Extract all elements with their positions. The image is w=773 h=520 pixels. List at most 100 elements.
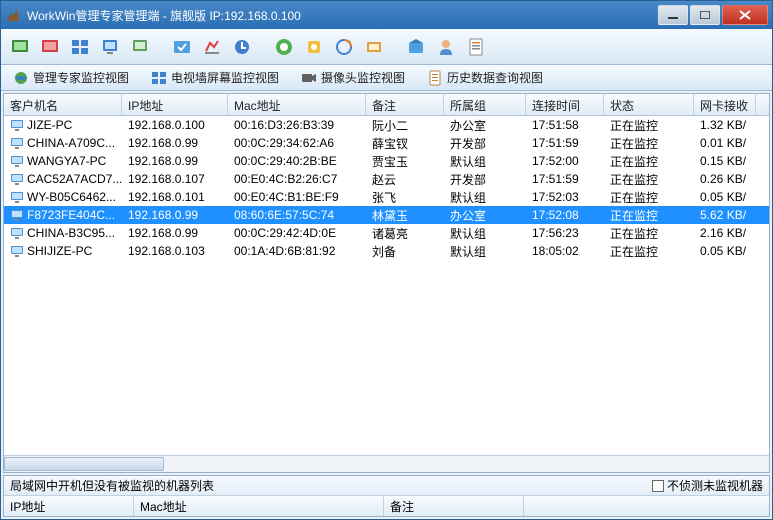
minimize-button[interactable] <box>658 5 688 25</box>
tab-label: 历史数据查询视图 <box>447 69 543 86</box>
close-button[interactable] <box>722 5 768 25</box>
maximize-button[interactable] <box>690 5 720 25</box>
cell-mac: 00:1A:4D:6B:81:92 <box>228 243 366 259</box>
client-grid-panel: 客户机名 IP地址 Mac地址 备注 所属组 连接时间 状态 网卡接收 JIZE… <box>3 93 770 473</box>
cell-stat: 正在监控 <box>604 170 694 189</box>
toolbar-btn-4[interactable] <box>97 34 123 60</box>
cell-note: 张飞 <box>366 188 444 207</box>
unmonitored-columns: IP地址 Mac地址 备注 <box>4 496 769 516</box>
cell-stat: 正在监控 <box>604 152 694 171</box>
cell-note: 阮小二 <box>366 116 444 135</box>
cell-mac: 00:0C:29:34:62:A6 <box>228 135 366 151</box>
cell-ip: 192.168.0.107 <box>122 171 228 187</box>
col-stat[interactable]: 状态 <box>604 94 694 115</box>
cell-ip: 192.168.0.99 <box>122 153 228 169</box>
cell-note: 诸葛亮 <box>366 224 444 243</box>
cell-name: CHINA-A709C... <box>4 135 122 151</box>
bcol-mac[interactable]: Mac地址 <box>134 496 384 516</box>
toolbar-btn-10[interactable] <box>301 34 327 60</box>
cell-stat: 正在监控 <box>604 206 694 225</box>
grid-body[interactable]: JIZE-PC192.168.0.10000:16:D3:26:B3:39阮小二… <box>4 116 769 455</box>
col-group[interactable]: 所属组 <box>444 94 526 115</box>
cell-mac: 00:E0:4C:B1:BE:F9 <box>228 189 366 205</box>
cell-conn: 17:56:23 <box>526 225 604 241</box>
table-row[interactable]: CAC52A7ACD7...192.168.0.10700:E0:4C:B2:2… <box>4 170 769 188</box>
cell-mac: 00:E0:4C:B2:26:C7 <box>228 171 366 187</box>
tab-history-view[interactable]: 历史数据查询视图 <box>421 67 549 88</box>
tab-tvwall-view[interactable]: 电视墙屏幕监控视图 <box>145 67 285 88</box>
cell-name: F8723FE404C... <box>4 207 122 223</box>
cell-group: 默认组 <box>444 188 526 207</box>
toolbar-btn-12[interactable] <box>361 34 387 60</box>
toolbar-btn-15[interactable] <box>463 34 489 60</box>
col-conn[interactable]: 连接时间 <box>526 94 604 115</box>
tab-camera-view[interactable]: 摄像头监控视图 <box>295 67 411 88</box>
grid-header: 客户机名 IP地址 Mac地址 备注 所属组 连接时间 状态 网卡接收 <box>4 94 769 116</box>
toolbar-btn-14[interactable] <box>433 34 459 60</box>
unmonitored-panel: 局域网中开机但没有被监视的机器列表 不侦测未监视机器 IP地址 Mac地址 备注 <box>3 475 770 517</box>
bcol-ip[interactable]: IP地址 <box>4 496 134 516</box>
globe-icon <box>13 70 29 86</box>
app-window: WorkWin管理专家管理端 - 旗舰版 IP:192.168.0.100 管理… <box>0 0 773 520</box>
toolbar-btn-3[interactable] <box>67 34 93 60</box>
titlebar[interactable]: WorkWin管理专家管理端 - 旗舰版 IP:192.168.0.100 <box>1 1 772 29</box>
cell-stat: 正在监控 <box>604 116 694 135</box>
tab-label: 电视墙屏幕监控视图 <box>171 69 279 86</box>
table-row[interactable]: SHIJIZE-PC192.168.0.10300:1A:4D:6B:81:92… <box>4 242 769 260</box>
cell-stat: 正在监控 <box>604 242 694 261</box>
cell-net: 0.05 KB/ <box>694 243 756 259</box>
cell-note: 薛宝钗 <box>366 134 444 153</box>
table-row[interactable]: JIZE-PC192.168.0.10000:16:D3:26:B3:39阮小二… <box>4 116 769 134</box>
cell-ip: 192.168.0.100 <box>122 117 228 133</box>
cell-ip: 192.168.0.99 <box>122 225 228 241</box>
toolbar-btn-7[interactable] <box>199 34 225 60</box>
toolbar-btn-1[interactable] <box>7 34 33 60</box>
cell-name: JIZE-PC <box>4 117 122 133</box>
table-row[interactable]: WY-B05C6462...192.168.0.10100:E0:4C:B1:B… <box>4 188 769 206</box>
scroll-thumb[interactable] <box>4 457 164 471</box>
cell-stat: 正在监控 <box>604 224 694 243</box>
table-row[interactable]: CHINA-A709C...192.168.0.9900:0C:29:34:62… <box>4 134 769 152</box>
checkbox-label: 不侦测未监视机器 <box>667 477 763 494</box>
cell-group: 默认组 <box>444 224 526 243</box>
cell-group: 办公室 <box>444 206 526 225</box>
unmonitored-title: 局域网中开机但没有被监视的机器列表 <box>10 477 652 494</box>
cell-ip: 192.168.0.99 <box>122 135 228 151</box>
table-row[interactable]: F8723FE404C...192.168.0.9908:60:6E:57:5C… <box>4 206 769 224</box>
cell-conn: 17:51:59 <box>526 171 604 187</box>
cell-conn: 17:52:08 <box>526 207 604 223</box>
skip-detect-checkbox[interactable]: 不侦测未监视机器 <box>652 477 763 494</box>
col-ip[interactable]: IP地址 <box>122 94 228 115</box>
bcol-note[interactable]: 备注 <box>384 496 524 516</box>
cell-mac: 08:60:6E:57:5C:74 <box>228 207 366 223</box>
cell-conn: 17:51:58 <box>526 117 604 133</box>
cell-net: 2.16 KB/ <box>694 225 756 241</box>
history-icon <box>427 70 443 86</box>
col-mac[interactable]: Mac地址 <box>228 94 366 115</box>
view-tabs: 管理专家监控视图 电视墙屏幕监控视图 摄像头监控视图 历史数据查询视图 <box>1 65 772 91</box>
cell-ip: 192.168.0.99 <box>122 207 228 223</box>
cell-conn: 17:51:59 <box>526 135 604 151</box>
cell-conn: 18:05:02 <box>526 243 604 259</box>
toolbar-btn-2[interactable] <box>37 34 63 60</box>
col-name[interactable]: 客户机名 <box>4 94 122 115</box>
cell-net: 5.62 KB/ <box>694 207 756 223</box>
table-row[interactable]: WANGYA7-PC192.168.0.9900:0C:29:40:2B:BE贾… <box>4 152 769 170</box>
table-row[interactable]: CHINA-B3C95...192.168.0.9900:0C:29:42:4D… <box>4 224 769 242</box>
horizontal-scrollbar[interactable] <box>4 455 769 472</box>
col-net[interactable]: 网卡接收 <box>694 94 756 115</box>
checkbox-icon <box>652 480 664 492</box>
camera-icon <box>301 70 317 86</box>
toolbar-btn-6[interactable] <box>169 34 195 60</box>
toolbar-btn-5[interactable] <box>127 34 153 60</box>
toolbar-btn-13[interactable] <box>403 34 429 60</box>
cell-group: 开发部 <box>444 134 526 153</box>
cell-ip: 192.168.0.103 <box>122 243 228 259</box>
toolbar-btn-8[interactable] <box>229 34 255 60</box>
tab-monitor-view[interactable]: 管理专家监控视图 <box>7 67 135 88</box>
toolbar-btn-11[interactable] <box>331 34 357 60</box>
col-note[interactable]: 备注 <box>366 94 444 115</box>
toolbar-btn-9[interactable] <box>271 34 297 60</box>
cell-note: 赵云 <box>366 170 444 189</box>
cell-note: 贾宝玉 <box>366 152 444 171</box>
